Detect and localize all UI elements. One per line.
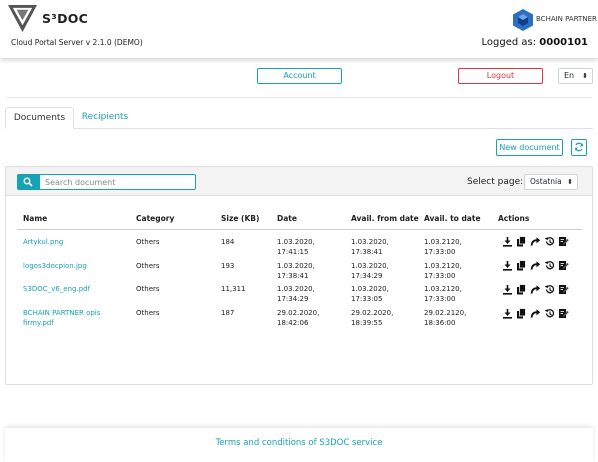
- history-icon[interactable]: [544, 260, 555, 271]
- logged-user-id: 0000101: [539, 37, 588, 48]
- language-value: En: [564, 71, 575, 80]
- tab-documents[interactable]: Documents: [5, 107, 74, 129]
- language-select[interactable]: En ⬍: [558, 68, 593, 84]
- document-name-link[interactable]: BCHAIN PARTNER opis firmy.pdf: [23, 308, 123, 328]
- document-category: Others: [136, 309, 160, 317]
- tab-recipients[interactable]: Recipients: [74, 107, 136, 129]
- document-avail-from: 29.02.2020, 18:39:55: [351, 309, 394, 327]
- share-icon[interactable]: [530, 308, 541, 319]
- share-icon[interactable]: [530, 236, 541, 247]
- history-icon[interactable]: [544, 284, 555, 295]
- document-avail-to: 29.02.2120, 18:36:00: [424, 309, 467, 327]
- column-header-category[interactable]: Category: [136, 214, 174, 223]
- document-date: 1.03.2020, 17:41:15: [277, 238, 315, 256]
- document-size: 187: [221, 309, 235, 317]
- row-actions: [502, 284, 569, 295]
- share-icon[interactable]: [530, 284, 541, 295]
- row-actions: [502, 260, 569, 271]
- history-icon[interactable]: [544, 236, 555, 247]
- download-icon[interactable]: [502, 284, 513, 295]
- download-icon[interactable]: [502, 308, 513, 319]
- logout-button[interactable]: Logout: [458, 68, 543, 84]
- logged-as-label: Logged as:: [481, 37, 537, 48]
- refresh-button[interactable]: [571, 139, 587, 156]
- column-header-name[interactable]: Name: [23, 214, 47, 223]
- document-size: 184: [221, 238, 235, 246]
- app-name: S³DOC: [42, 11, 89, 26]
- document-avail-from: 1.03.2020, 17:33:05: [351, 285, 389, 303]
- document-avail-from: 1.03.2020, 17:34:29: [351, 262, 389, 280]
- sign-icon[interactable]: [558, 308, 569, 319]
- chevron-updown-icon: ⬍: [567, 178, 573, 186]
- search-input[interactable]: [39, 174, 196, 190]
- document-name-link[interactable]: Artykul.png: [23, 237, 128, 247]
- sign-icon[interactable]: [558, 284, 569, 295]
- documents-panel: Select page: Ostatnia ⬍ Name Category Si…: [5, 166, 593, 385]
- page-select-value: Ostatnia: [530, 177, 562, 186]
- new-document-button[interactable]: New document: [496, 139, 563, 156]
- sign-icon[interactable]: [558, 260, 569, 271]
- terms-link[interactable]: Terms and conditions of S3DOC service: [5, 438, 593, 448]
- column-header-actions: Actions: [498, 214, 530, 223]
- document-category: Others: [136, 262, 160, 270]
- share-icon[interactable]: [530, 260, 541, 271]
- column-header-size[interactable]: Size (KB): [221, 214, 259, 223]
- chevron-updown-icon: ⬍: [582, 72, 588, 80]
- select-page-label: Select page:: [467, 177, 524, 187]
- divider: [7, 97, 592, 98]
- page-select[interactable]: Ostatnia ⬍: [524, 174, 578, 190]
- column-header-avail-from[interactable]: Avail. from date: [351, 214, 419, 223]
- logged-as: Logged as: 0000101: [481, 37, 588, 48]
- history-icon[interactable]: [544, 308, 555, 319]
- table-header-divider: [17, 229, 582, 230]
- row-actions: [502, 308, 569, 319]
- document-size: 11,311: [221, 285, 246, 293]
- column-header-avail-to[interactable]: Avail. to date: [424, 214, 481, 223]
- document-date: 1.03.2020, 17:34:29: [277, 285, 315, 303]
- search-button[interactable]: [17, 174, 39, 190]
- bchain-partner-logo-icon: [513, 9, 533, 31]
- document-avail-from: 1.03.2020, 17:38:41: [351, 238, 389, 256]
- copy-icon[interactable]: [516, 236, 527, 247]
- document-name-link[interactable]: logos3docpion.jpg: [23, 261, 128, 271]
- copy-icon[interactable]: [516, 308, 527, 319]
- copy-icon[interactable]: [516, 260, 527, 271]
- download-icon[interactable]: [502, 236, 513, 247]
- copy-icon[interactable]: [516, 284, 527, 295]
- document-avail-to: 1.03.2120, 17:33:00: [424, 262, 462, 280]
- document-date: 29.02.2020, 18:42:06: [277, 309, 320, 327]
- account-button[interactable]: Account: [257, 68, 342, 84]
- download-icon[interactable]: [502, 260, 513, 271]
- panel-toolbar: Select page: Ostatnia ⬍: [6, 167, 592, 196]
- app-version: Cloud Portal Server v 2.1.0 (DEMO): [11, 38, 143, 47]
- footer: Terms and conditions of S3DOC service: [5, 428, 593, 462]
- document-avail-to: 1.03.2120, 17:33:00: [424, 285, 462, 303]
- document-category: Others: [136, 238, 160, 246]
- column-header-date[interactable]: Date: [277, 214, 297, 223]
- document-date: 1.03.2020, 17:38:41: [277, 262, 315, 280]
- sign-icon[interactable]: [558, 236, 569, 247]
- s3doc-logo-icon: [8, 4, 37, 33]
- document-avail-to: 1.03.2120, 17:33:00: [424, 238, 462, 256]
- row-actions: [502, 236, 569, 247]
- refresh-icon: [575, 142, 583, 152]
- search-icon: [23, 177, 33, 187]
- app-header: S³DOC Cloud Portal Server v 2.1.0 (DEMO)…: [0, 0, 598, 58]
- document-name-link[interactable]: S3DOC_v6_eng.pdf: [23, 284, 128, 294]
- document-size: 193: [221, 262, 235, 270]
- document-category: Others: [136, 285, 160, 293]
- partner-name: BCHAIN PARTNER: [536, 15, 597, 23]
